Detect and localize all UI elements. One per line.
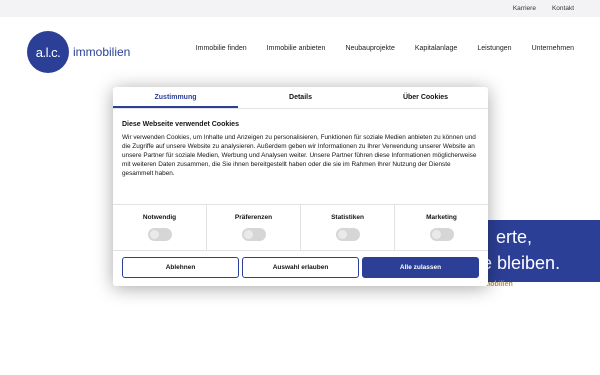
- toggle-praeferenzen: Präferenzen: [207, 205, 301, 250]
- toggle-label: Präferenzen: [234, 214, 273, 221]
- tab-ueber-cookies[interactable]: Über Cookies: [363, 87, 488, 108]
- tab-zustimmung[interactable]: Zustimmung: [113, 87, 238, 108]
- cookie-toggles: Notwendig Präferenzen Statistiken Market…: [113, 204, 488, 251]
- cookie-description: Wir verwenden Cookies, um Inhalte und An…: [122, 134, 477, 178]
- toggle-label: Statistiken: [331, 214, 364, 221]
- marketing-switch[interactable]: [429, 228, 454, 241]
- toggle-notwendig: Notwendig: [113, 205, 207, 250]
- accept-all-button[interactable]: Alle zulassen: [362, 257, 479, 278]
- switch-knob: [337, 230, 347, 239]
- switch-knob: [431, 230, 441, 239]
- toggle-label: Notwendig: [142, 214, 177, 221]
- notwendig-switch[interactable]: [147, 228, 172, 241]
- praeferenzen-switch[interactable]: [241, 228, 266, 241]
- cookie-title: Diese Webseite verwendet Cookies: [122, 121, 239, 128]
- toggle-label: Marketing: [426, 214, 457, 221]
- switch-knob: [149, 230, 159, 239]
- statistiken-switch[interactable]: [335, 228, 360, 241]
- tab-details[interactable]: Details: [238, 87, 363, 108]
- switch-knob: [243, 230, 253, 239]
- reject-button[interactable]: Ablehnen: [122, 257, 239, 278]
- cookie-dialog: Zustimmung Details Über Cookies Diese We…: [113, 87, 488, 286]
- allow-selection-button[interactable]: Auswahl erlauben: [242, 257, 359, 278]
- cookie-buttons: Ablehnen Auswahl erlauben Alle zulassen: [122, 257, 479, 278]
- toggle-marketing: Marketing: [395, 205, 488, 250]
- toggle-statistiken: Statistiken: [301, 205, 395, 250]
- cookie-tabs: Zustimmung Details Über Cookies: [113, 87, 488, 109]
